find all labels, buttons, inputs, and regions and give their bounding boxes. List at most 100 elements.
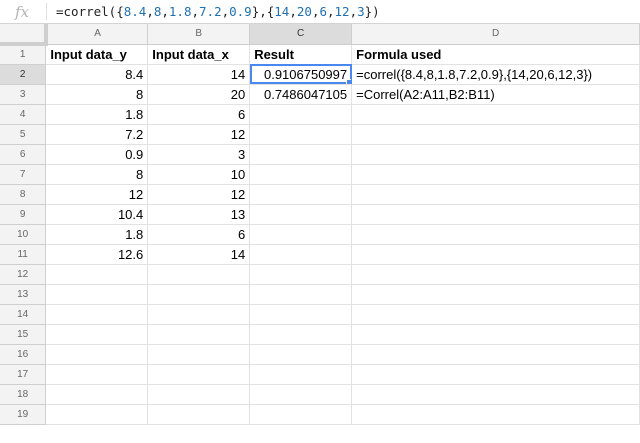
- cell-d13[interactable]: [351, 284, 640, 305]
- cell-d1[interactable]: Formula used: [351, 44, 640, 65]
- cell-c7[interactable]: [249, 164, 353, 185]
- column-header-d[interactable]: D: [351, 24, 640, 45]
- cell-a1[interactable]: Input data_y: [45, 44, 149, 65]
- cell-c11[interactable]: [249, 244, 353, 265]
- row-header[interactable]: 15: [0, 324, 47, 345]
- cell-d16[interactable]: [351, 344, 640, 365]
- cell-d15[interactable]: [351, 324, 640, 345]
- row-header[interactable]: 3: [0, 84, 47, 105]
- cell-b4[interactable]: 6: [147, 104, 251, 125]
- cell-a4[interactable]: 1.8: [45, 104, 149, 125]
- cell-a16[interactable]: [45, 344, 149, 365]
- row-header[interactable]: 7: [0, 164, 47, 185]
- cell-c13[interactable]: [249, 284, 353, 305]
- cell-b1[interactable]: Input data_x: [147, 44, 251, 65]
- row-header[interactable]: 11: [0, 244, 47, 265]
- cell-c5[interactable]: [249, 124, 353, 145]
- cell-c18[interactable]: [249, 384, 353, 405]
- column-header-b[interactable]: B: [147, 24, 251, 45]
- cell-b6[interactable]: 3: [147, 144, 251, 165]
- cell-b8[interactable]: 12: [147, 184, 251, 205]
- cell-a14[interactable]: [45, 304, 149, 325]
- cell-a17[interactable]: [45, 364, 149, 385]
- cell-a10[interactable]: 1.8: [45, 224, 149, 245]
- cell-d9[interactable]: [351, 204, 640, 225]
- cell-a2[interactable]: 8.4: [45, 64, 149, 85]
- cell-d5[interactable]: [351, 124, 640, 145]
- cell-a3[interactable]: 8: [45, 84, 149, 105]
- row-header[interactable]: 19: [0, 404, 47, 425]
- row-header[interactable]: 8: [0, 184, 47, 205]
- cell-d14[interactable]: [351, 304, 640, 325]
- cell-b18[interactable]: [147, 384, 251, 405]
- cell-d3[interactable]: =Correl(A2:A11,B2:B11): [351, 84, 640, 105]
- cell-c8[interactable]: [249, 184, 353, 205]
- cell-d19[interactable]: [351, 404, 640, 425]
- cell-b7[interactable]: 10: [147, 164, 251, 185]
- cell-b2[interactable]: 14: [147, 64, 251, 85]
- row-header[interactable]: 1: [0, 44, 47, 65]
- cell-a13[interactable]: [45, 284, 149, 305]
- cell-a12[interactable]: [45, 264, 149, 285]
- cell-d6[interactable]: [351, 144, 640, 165]
- column-header-a[interactable]: A: [45, 24, 149, 45]
- cell-c1[interactable]: Result: [249, 44, 353, 65]
- cell-c19[interactable]: [249, 404, 353, 425]
- column-header-c[interactable]: C: [249, 24, 353, 45]
- row-header[interactable]: 5: [0, 124, 47, 145]
- cell-c6[interactable]: [249, 144, 353, 165]
- cell-b3[interactable]: 20: [147, 84, 251, 105]
- formula-input[interactable]: =correl({8.4,8,1.8,7.2,0.9},{14,20,6,12,…: [56, 0, 380, 23]
- cell-b10[interactable]: 6: [147, 224, 251, 245]
- cell-a6[interactable]: 0.9: [45, 144, 149, 165]
- cell-c16[interactable]: [249, 344, 353, 365]
- row-header[interactable]: 9: [0, 204, 47, 225]
- cell-d2[interactable]: =correl({8.4,8,1.8,7.2,0.9},{14,20,6,12,…: [351, 64, 640, 85]
- row-header[interactable]: 6: [0, 144, 47, 165]
- cell-b12[interactable]: [147, 264, 251, 285]
- cell-b17[interactable]: [147, 364, 251, 385]
- row-header[interactable]: 12: [0, 264, 47, 285]
- cell-a18[interactable]: [45, 384, 149, 405]
- row-header[interactable]: 4: [0, 104, 47, 125]
- cell-c10[interactable]: [249, 224, 353, 245]
- cell-a11[interactable]: 12.6: [45, 244, 149, 265]
- cell-d4[interactable]: [351, 104, 640, 125]
- cell-d18[interactable]: [351, 384, 640, 405]
- cell-a19[interactable]: [45, 404, 149, 425]
- cell-c3[interactable]: 0.7486047105: [249, 84, 353, 105]
- cell-d7[interactable]: [351, 164, 640, 185]
- cell-a8[interactable]: 12: [45, 184, 149, 205]
- row-header[interactable]: 16: [0, 344, 47, 365]
- cell-c12[interactable]: [249, 264, 353, 285]
- cell-d12[interactable]: [351, 264, 640, 285]
- cell-b9[interactable]: 13: [147, 204, 251, 225]
- cell-c15[interactable]: [249, 324, 353, 345]
- row-header[interactable]: 2: [0, 64, 47, 85]
- cell-b5[interactable]: 12: [147, 124, 251, 145]
- cell-c14[interactable]: [249, 304, 353, 325]
- cell-c17[interactable]: [249, 364, 353, 385]
- cell-d8[interactable]: [351, 184, 640, 205]
- cell-c9[interactable]: [249, 204, 353, 225]
- cell-b13[interactable]: [147, 284, 251, 305]
- cell-c4[interactable]: [249, 104, 353, 125]
- cell-a5[interactable]: 7.2: [45, 124, 149, 145]
- fill-handle[interactable]: [346, 78, 351, 83]
- row-header[interactable]: 14: [0, 304, 47, 325]
- cell-b11[interactable]: 14: [147, 244, 251, 265]
- row-header[interactable]: 17: [0, 364, 47, 385]
- cell-d17[interactable]: [351, 364, 640, 385]
- row-header[interactable]: 18: [0, 384, 47, 405]
- cell-b16[interactable]: [147, 344, 251, 365]
- cell-b19[interactable]: [147, 404, 251, 425]
- cell-c2[interactable]: 0.9106750997: [249, 64, 353, 85]
- cell-d11[interactable]: [351, 244, 640, 265]
- select-all-corner[interactable]: [0, 24, 48, 46]
- cell-b15[interactable]: [147, 324, 251, 345]
- cell-a9[interactable]: 10.4: [45, 204, 149, 225]
- row-header[interactable]: 10: [0, 224, 47, 245]
- cell-a7[interactable]: 8: [45, 164, 149, 185]
- cell-a15[interactable]: [45, 324, 149, 345]
- cell-b14[interactable]: [147, 304, 251, 325]
